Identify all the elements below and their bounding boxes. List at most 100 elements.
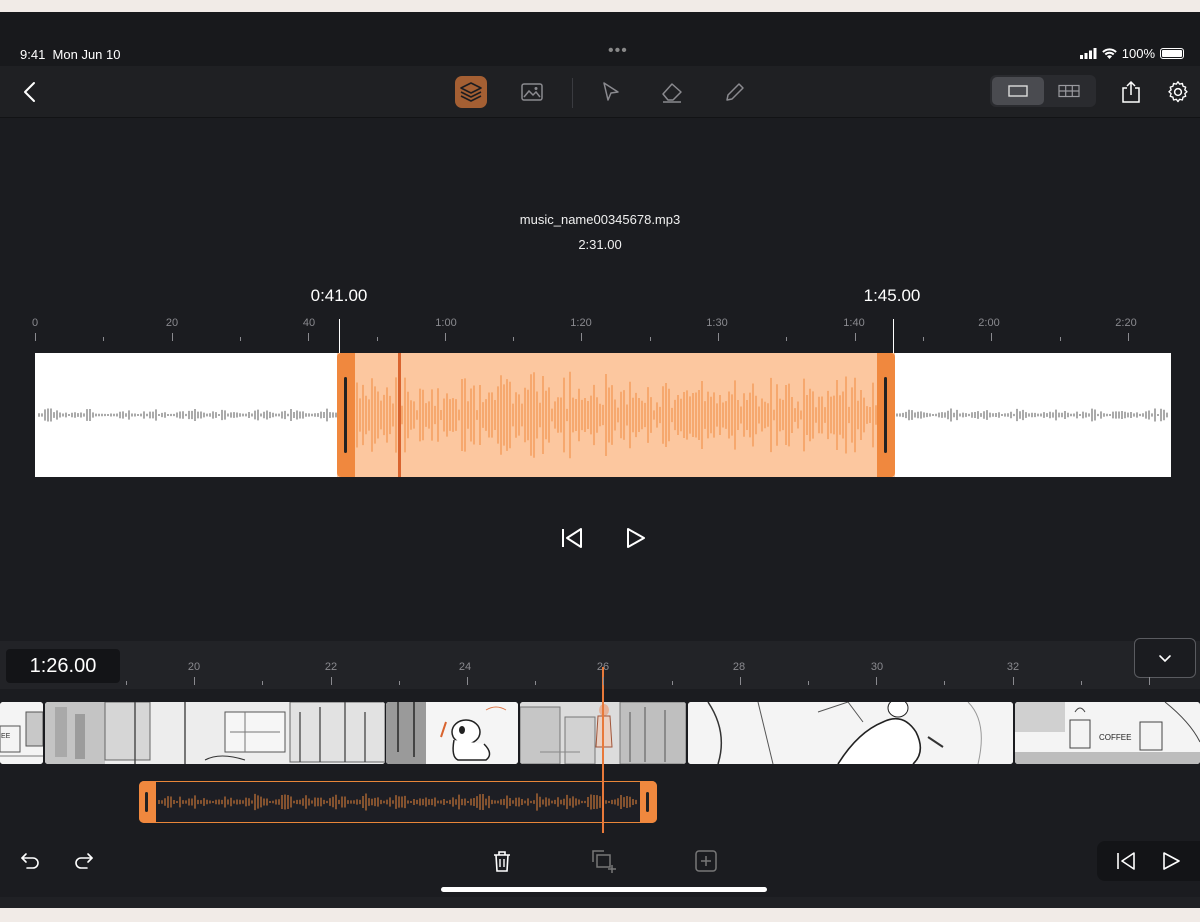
trash-icon[interactable]: [488, 847, 516, 875]
status-bar: 9:41 Mon Jun 10 ••• 100%: [0, 12, 1200, 66]
select-arrow-icon[interactable]: [595, 76, 627, 108]
share-icon[interactable]: [1115, 76, 1147, 108]
chevron-down-icon: [1159, 654, 1171, 662]
pencil-icon[interactable]: [719, 76, 751, 108]
ruler-label: 1:20: [570, 317, 592, 329]
timeline-tick: [1012, 677, 1014, 685]
clock-date: Mon Jun 10: [52, 47, 121, 62]
skip-to-start-icon[interactable]: [1116, 852, 1136, 870]
timeline-playhead[interactable]: [602, 667, 604, 833]
ruler-tick: [718, 333, 719, 341]
signal-icon: [1079, 48, 1097, 59]
frame-sign-text: EE: [1, 733, 11, 740]
duplicate-icon[interactable]: [590, 847, 618, 875]
toolbar-divider: [572, 78, 573, 108]
timeline-tick: [398, 681, 400, 685]
undo-icon[interactable]: [16, 847, 44, 875]
ruler-label: 2:00: [978, 317, 1000, 329]
ruler-label: 20: [165, 317, 179, 329]
selection-start-handle[interactable]: [337, 353, 355, 477]
timeline-ruler-label: 30: [870, 661, 884, 673]
single-view-icon[interactable]: [992, 77, 1044, 105]
selection-end-handle[interactable]: [877, 353, 895, 477]
redo-icon[interactable]: [70, 847, 98, 875]
back-icon[interactable]: [14, 76, 46, 108]
timeline-ruler-label: 28: [732, 661, 746, 673]
editor-playhead[interactable]: [398, 353, 401, 477]
play-icon[interactable]: [624, 527, 648, 549]
battery-percent: 100%: [1121, 46, 1155, 61]
bottom-strip: [0, 897, 1200, 908]
selection-region[interactable]: [337, 353, 895, 477]
ruler-tick: [991, 333, 993, 341]
ruler-tick: [581, 333, 583, 341]
timeline-tick: [126, 681, 127, 685]
timeline-tick: [467, 677, 468, 685]
timeline-tick: [739, 677, 741, 685]
battery-icon: [1160, 48, 1184, 59]
ruler-label: 1:00: [435, 317, 457, 329]
timeline-ruler-label: 20: [187, 661, 201, 673]
selection-start-label: 0:41.00: [310, 286, 368, 305]
storyboard-frame[interactable]: [386, 702, 518, 764]
layers-icon[interactable]: [455, 76, 487, 108]
multitasking-dots[interactable]: •••: [608, 42, 628, 60]
skip-to-start-icon[interactable]: [560, 527, 584, 549]
storyboard-frame[interactable]: [688, 702, 1013, 764]
ruler-tick: [922, 337, 924, 341]
ruler-label: 1:30: [706, 317, 728, 329]
play-icon[interactable]: [1161, 852, 1181, 870]
view-mode-toggle: [990, 75, 1096, 107]
ruler-label: 40: [302, 317, 316, 329]
storyboard-frame[interactable]: EE: [0, 702, 43, 764]
wifi-icon: [1101, 48, 1117, 59]
ruler-tick: [854, 333, 856, 341]
ruler-label: 2:20: [1115, 317, 1137, 329]
home-indicator[interactable]: [441, 887, 767, 892]
timeline-transport: [1097, 841, 1200, 881]
timeline-ruler-label: 22: [324, 661, 338, 673]
timeline: 1:26.00 20 22 24 26 28 30 32 EE: [0, 638, 1200, 908]
storyboard-frame[interactable]: COFFEE: [1015, 702, 1200, 764]
grid-view-icon[interactable]: [1044, 77, 1094, 105]
timeline-tick: [603, 677, 605, 685]
ruler-tick: [171, 333, 173, 341]
app-window: 9:41 Mon Jun 10 ••• 100% music_name00345…: [0, 12, 1200, 908]
timeline-tick: [944, 681, 946, 685]
timeline-tick: [1149, 677, 1150, 685]
clip-waveform: [158, 793, 637, 811]
settings-icon[interactable]: [1162, 76, 1194, 108]
timeline-tick: [671, 681, 673, 685]
status-time: 9:41 Mon Jun 10: [20, 47, 120, 62]
audio-ruler: 0 20 40 1:00 1:20 1:30 1:40 2:00 2:20: [31, 317, 1171, 341]
collapse-button[interactable]: [1134, 638, 1196, 678]
image-icon[interactable]: [516, 76, 548, 108]
status-indicators: 100%: [1079, 46, 1184, 61]
frame-sign-text: COFFEE: [1099, 733, 1132, 742]
ruler-label: 1:40: [843, 317, 865, 329]
ruler-label: 0: [31, 317, 39, 329]
eraser-icon[interactable]: [656, 76, 688, 108]
clip-end-handle[interactable]: [640, 781, 657, 823]
ruler-tick: [649, 337, 651, 341]
add-frame-icon[interactable]: [692, 847, 720, 875]
top-toolbar: [0, 66, 1200, 118]
ruler-tick: [239, 337, 241, 341]
timeline-tick: [330, 677, 332, 685]
ruler-tick: [786, 337, 788, 341]
timeline-tick: [808, 681, 809, 685]
ruler-tick: [103, 337, 105, 341]
editor-transport: [560, 527, 648, 549]
audio-file-duration: 2:31.00: [578, 237, 622, 252]
ruler-tick: [308, 333, 310, 341]
timeline-ruler-label: 32: [1006, 661, 1020, 673]
ruler-tick: [444, 333, 446, 341]
clip-start-handle[interactable]: [139, 781, 156, 823]
audio-clip[interactable]: [139, 781, 657, 823]
ruler-tick: [513, 337, 515, 341]
timeline-tick: [262, 681, 264, 685]
timeline-tick: [194, 677, 196, 685]
selection-end-label: 1:45.00: [863, 286, 921, 305]
timeline-tick: [876, 677, 878, 685]
storyboard-frame[interactable]: [45, 702, 385, 764]
